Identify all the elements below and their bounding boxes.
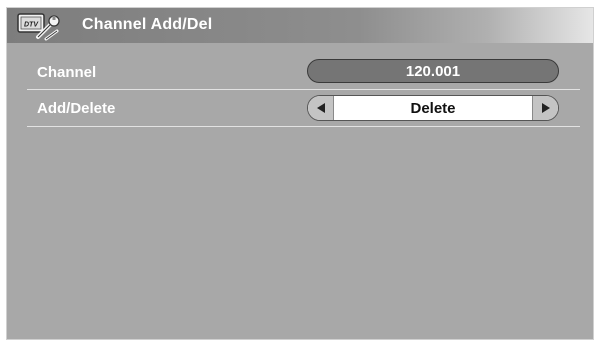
osd-screen: DTV Channel Add/Del Channel 120.001 Add/… [6, 7, 594, 340]
channel-value-field[interactable]: 120.001 [307, 59, 559, 83]
row-divider [27, 126, 580, 127]
channel-value: 120.001 [405, 63, 461, 80]
channel-label: Channel [37, 64, 97, 81]
svg-text:DTV: DTV [24, 22, 39, 29]
menu-title: Channel Add/Del [82, 16, 213, 33]
triangle-right-icon [542, 103, 550, 113]
dtv-settings-icon: DTV [16, 11, 62, 41]
title-bar: DTV Channel Add/Del [7, 8, 593, 43]
add-delete-value: Delete [410, 100, 456, 117]
channel-row[interactable]: Channel 120.001 [27, 56, 580, 88]
add-delete-label: Add/Delete [37, 100, 116, 117]
selector-next-button[interactable] [532, 96, 558, 120]
row-divider [27, 89, 580, 90]
add-delete-row[interactable]: Add/Delete Delete [27, 92, 580, 124]
add-delete-selector[interactable]: Delete [307, 95, 559, 121]
